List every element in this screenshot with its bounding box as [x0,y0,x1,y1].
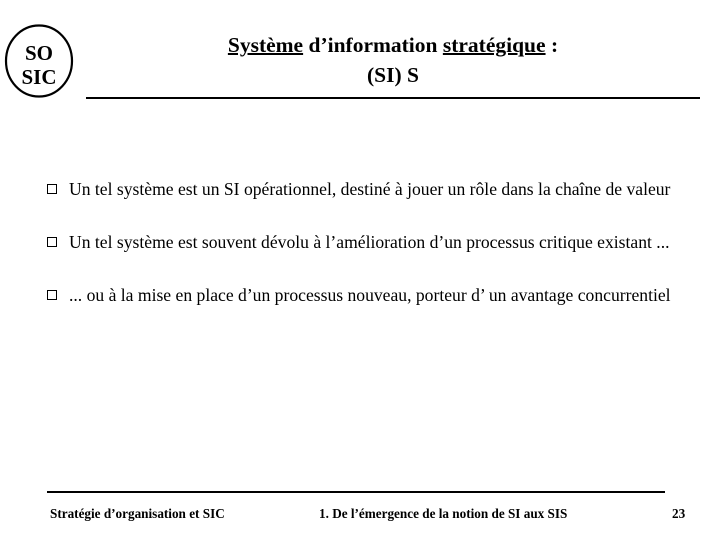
list-item-text: ... ou à la mise en place d’un processus… [69,285,671,305]
logo-text-line1: SO [25,41,53,65]
page-number: 23 [672,506,686,521]
slide-title-line-2: (SI) S [367,63,419,87]
hollow-square-bullet-icon [47,237,57,247]
footer-section-text: 1. De l’émergence de la notion de SI aux… [319,506,568,521]
footer-left-text: Stratégie d’organisation et SIC [50,506,225,521]
title-plain-dinformation: d’information [303,33,443,57]
hollow-square-bullet-icon [47,184,57,194]
list-item-text: Un tel système est un SI opérationnel, d… [69,179,671,199]
list-item: Un tel système est un SI opérationnel, d… [46,176,686,202]
header-divider [86,97,700,99]
sosic-logo: SO SIC [2,24,76,98]
title-colon: : [545,33,559,57]
footer-divider [47,491,665,493]
title-underlined-strategique: stratégique [442,33,546,57]
title-underlined-systeme: Système [227,33,304,57]
hollow-square-bullet-icon [47,290,57,300]
slide-title-line-1: Système d’information stratégique : [86,30,700,60]
bullet-list: Un tel système est un SI opérationnel, d… [46,176,686,308]
list-item: Un tel système est souvent dévolu à l’am… [46,229,686,255]
list-item: ... ou à la mise en place d’un processus… [46,282,686,308]
logo-text-line2: SIC [21,65,56,89]
slide-title: Système d’information stratégique : (SI)… [86,30,700,90]
slide: SO SIC Système d’information stratégique… [0,0,720,540]
list-item-text: Un tel système est souvent dévolu à l’am… [69,232,670,252]
